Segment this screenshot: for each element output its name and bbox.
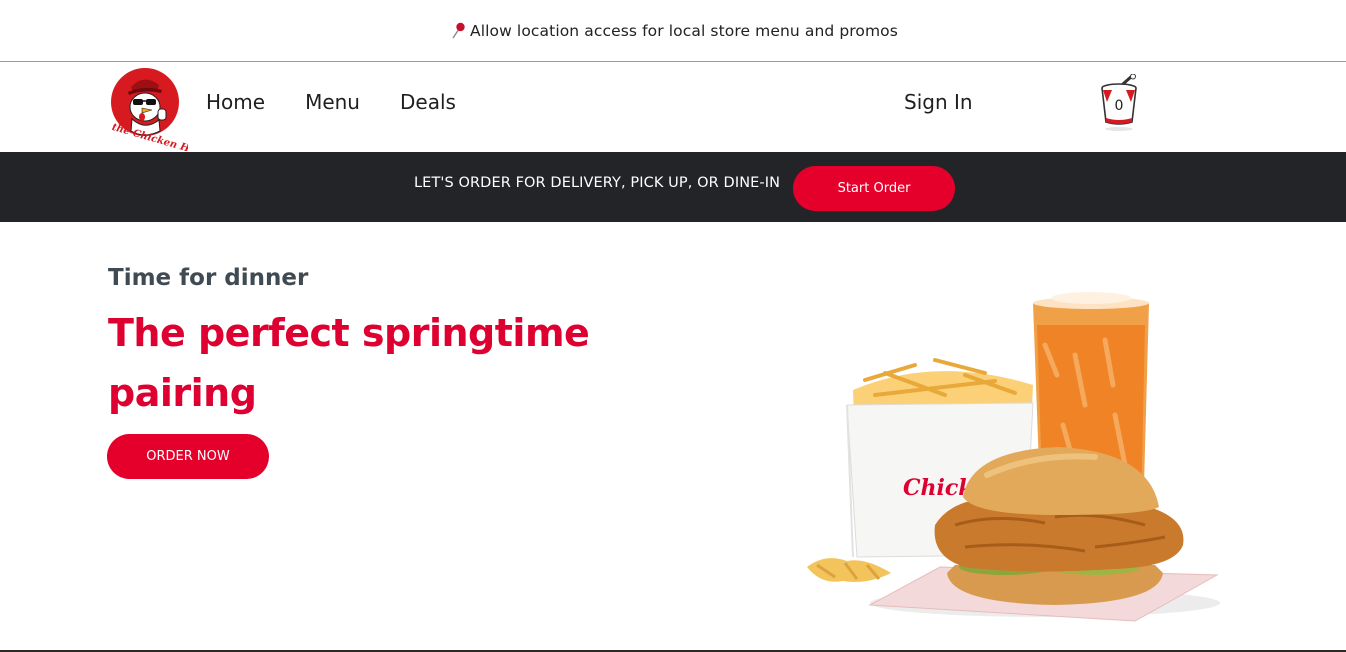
the-chicken-hub-logo[interactable]: the Chicken Hub [104,65,204,159]
map-pin-icon [450,22,466,40]
nav-menu[interactable]: Menu [305,90,360,114]
chicken-sandwich-fries-drink-image: Chick-fil-A [795,285,1235,630]
hero-eyebrow: Time for dinner [108,265,309,291]
cart-button[interactable]: 0 [1096,73,1142,132]
nav-home[interactable]: Home [206,90,265,114]
sign-in-link[interactable]: Sign In [904,90,973,114]
location-bar[interactable]: Allow location access for local store me… [0,0,1346,62]
location-text: Allow location access for local store me… [470,21,898,40]
site-header: the Chicken Hub Home Menu Deals Sign In … [0,62,1346,159]
order-banner-text: LET'S ORDER FOR DELIVERY, PICK UP, OR DI… [414,175,781,191]
order-now-button[interactable]: ORDER NOW [107,434,269,479]
order-banner: LET'S ORDER FOR DELIVERY, PICK UP, OR DI… [0,152,1346,222]
hero-title: The perfect springtime pairing [108,311,590,415]
location-prompt[interactable]: Allow location access for local store me… [450,22,898,40]
nav-deals[interactable]: Deals [400,90,456,114]
main-nav: Home Menu Deals [206,90,456,114]
cart-count: 0 [1114,98,1124,114]
start-order-button[interactable]: Start Order [793,166,955,211]
